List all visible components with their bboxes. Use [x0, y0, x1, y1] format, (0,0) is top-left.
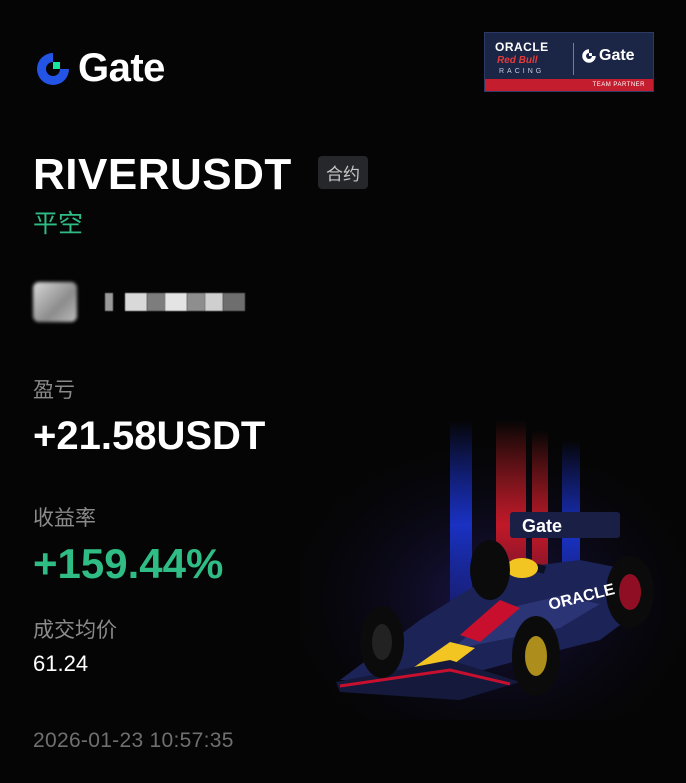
trade-timestamp: 2026-01-23 10:57:35 [33, 729, 234, 752]
gate-logo: Gate [34, 46, 165, 91]
contract-badge: 合约 [318, 156, 368, 189]
partner-line3: RACING [499, 68, 545, 75]
pnl-value: +21.58USDT [33, 414, 266, 458]
user-info-blurred [33, 282, 253, 326]
blurred-username-part [105, 293, 113, 311]
partner-banner: ORACLE Red Bull RACING Gate TEAM PARTNER [484, 32, 654, 92]
blurred-username-part [147, 293, 165, 311]
blurred-username-part [205, 293, 223, 311]
trade-side: 平空 [33, 210, 84, 238]
partner-divider [573, 43, 574, 75]
gate-small-icon [582, 49, 596, 63]
blurred-username-part [125, 293, 147, 311]
brand-name: Gate [78, 46, 165, 90]
roi-value: +159.44% [33, 540, 224, 587]
trade-symbol: RIVERUSDT [33, 150, 292, 199]
pnl-label: 盈亏 [33, 379, 75, 402]
partner-brand: Gate [599, 47, 635, 64]
blurred-username-part [223, 293, 245, 311]
price-label: 成交均价 [33, 619, 117, 642]
gate-logo-icon [37, 52, 69, 85]
blurred-username-part [187, 293, 205, 311]
partner-line1: ORACLE [495, 40, 549, 54]
wheel-rear-left [470, 540, 510, 600]
f1-car-illustration: Gate ORACLE [300, 420, 686, 720]
blurred-username-part [165, 293, 187, 311]
price-value: 61.24 [33, 651, 89, 676]
roi-label: 收益率 [33, 507, 96, 530]
partner-tag: TEAM PARTNER [485, 79, 653, 91]
partner-gate: Gate [581, 47, 635, 65]
avatar [33, 282, 77, 322]
partner-line2: Red Bull [497, 55, 538, 66]
svg-text:Gate: Gate [522, 516, 562, 536]
